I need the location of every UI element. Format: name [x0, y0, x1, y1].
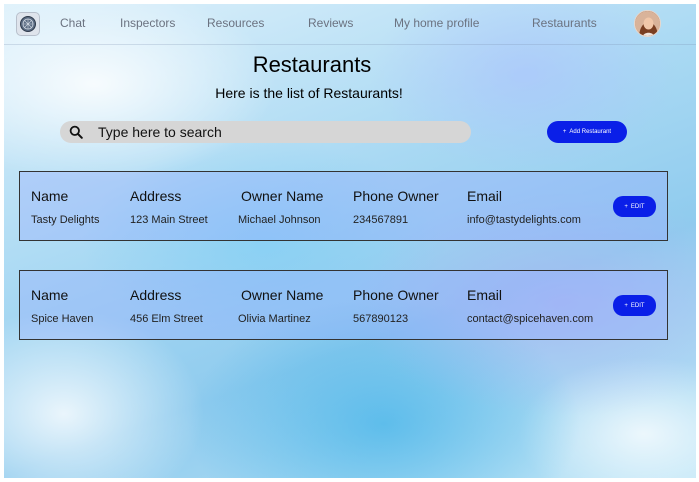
column-label-owner-name: Owner Name — [241, 188, 324, 204]
nav-link-my-home-profile[interactable]: My home profile — [394, 16, 479, 30]
restaurant-email: contact@spicehaven.com — [467, 313, 594, 325]
column-label-phone-owner: Phone Owner — [353, 188, 439, 204]
column-label-email: Email — [467, 287, 503, 303]
column-label-phone-owner: Phone Owner — [353, 287, 439, 303]
column-label-owner-name: Owner Name — [241, 287, 324, 303]
page-title: Restaurants — [252, 52, 372, 77]
restaurant-email: info@tastydelights.com — [467, 214, 581, 226]
user-avatar[interactable] — [634, 10, 661, 37]
restaurant-address: 123 Main Street — [130, 214, 208, 226]
navbar-divider — [4, 44, 696, 45]
search-bar[interactable] — [60, 121, 471, 143]
restaurant-address: 456 Elm Street — [130, 313, 203, 325]
plus-icon: + — [624, 302, 628, 309]
column-label-name: Name — [31, 287, 69, 303]
restaurant-phone-owner: 234567891 — [353, 214, 409, 226]
plus-icon: + — [562, 129, 567, 135]
restaurant-phone-owner: 567890123 — [353, 313, 409, 325]
restaurant-card: Name Address Owner Name Phone Owner Emai… — [19, 270, 668, 340]
restaurant-owner-name: Olivia Martinez — [238, 313, 311, 325]
add-restaurant-label: Add Restaurant — [569, 129, 612, 135]
column-label-address: Address — [130, 287, 182, 303]
edit-label: EDIT — [630, 203, 645, 210]
search-icon — [68, 124, 84, 140]
column-label-name: Name — [31, 188, 69, 204]
restaurant-owner-name: Michael Johnson — [238, 214, 321, 226]
nav-link-inspectors[interactable]: Inspectors — [120, 16, 175, 30]
add-restaurant-button[interactable]: + Add Restaurant — [547, 121, 627, 143]
nav-link-reviews[interactable]: Reviews — [308, 16, 353, 30]
edit-button[interactable]: + EDIT — [613, 295, 656, 316]
restaurant-card: Name Address Owner Name Phone Owner Emai… — [19, 171, 668, 241]
app-frame: Chat Inspectors Resources Reviews My hom… — [4, 4, 696, 478]
nav-link-resources[interactable]: Resources — [207, 16, 264, 30]
search-input[interactable] — [98, 124, 438, 140]
nav-link-restaurants[interactable]: Restaurants — [532, 16, 597, 30]
plus-icon: + — [624, 203, 628, 210]
top-navbar: Chat Inspectors Resources Reviews My hom… — [4, 4, 696, 44]
page-subtitle: Here is the list of Restaurants! — [215, 85, 403, 101]
edit-label: EDIT — [630, 302, 645, 309]
column-label-email: Email — [467, 188, 503, 204]
column-label-address: Address — [130, 188, 182, 204]
globe-logo-icon[interactable] — [16, 12, 40, 36]
nav-link-chat[interactable]: Chat — [60, 16, 85, 30]
restaurant-name: Tasty Delights — [31, 214, 100, 226]
restaurant-name: Spice Haven — [31, 313, 94, 325]
edit-button[interactable]: + EDIT — [613, 196, 656, 217]
